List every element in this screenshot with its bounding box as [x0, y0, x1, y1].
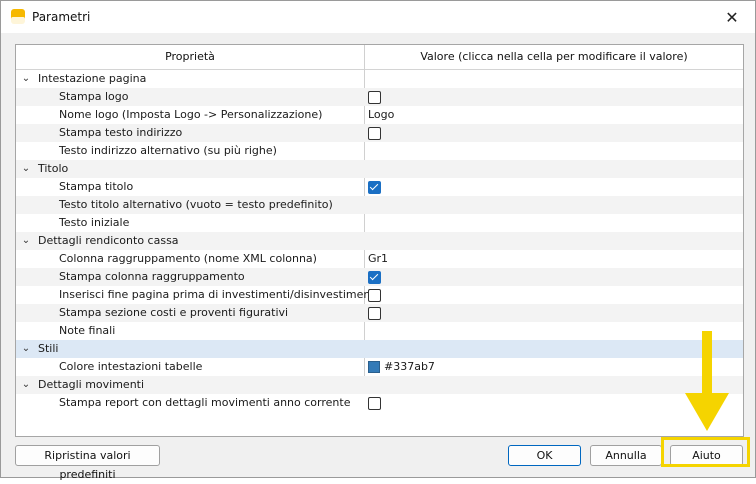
- value-checkbox[interactable]: [368, 396, 381, 410]
- group-label: Dettagli rendiconto cassa: [38, 234, 179, 247]
- window-title: Parametri: [32, 10, 91, 24]
- close-icon[interactable]: ✕: [709, 1, 755, 33]
- property-label: Stampa testo indirizzo: [59, 126, 183, 139]
- property-row[interactable]: Stampa titolo: [16, 178, 743, 196]
- property-label: Testo iniziale: [59, 216, 130, 229]
- property-label: Testo titolo alternativo (vuoto = testo …: [59, 198, 333, 211]
- grid-rows: ⌄ Intestazione pagina Stampa logo Nome logo…: [16, 70, 743, 412]
- value-cell[interactable]: [368, 124, 381, 142]
- value-text[interactable]: Gr1: [368, 250, 388, 268]
- column-header-value[interactable]: Valore (clicca nella cella per modificar…: [365, 45, 743, 69]
- property-row[interactable]: Stampa logo: [16, 88, 743, 106]
- value-cell[interactable]: [368, 88, 381, 106]
- title-bar: Parametri ✕: [1, 1, 755, 33]
- help-highlight-box: [661, 437, 750, 467]
- chevron-down-icon[interactable]: ⌄: [20, 232, 32, 250]
- property-row[interactable]: Testo iniziale: [16, 214, 743, 232]
- property-row[interactable]: Stampa colonna raggruppamento: [16, 268, 743, 286]
- property-row[interactable]: Stampa testo indirizzo: [16, 124, 743, 142]
- property-label: Colonna raggruppamento (nome XML colonna…: [59, 252, 317, 265]
- reset-defaults-button[interactable]: Ripristina valori predefiniti: [15, 445, 160, 481]
- group-row[interactable]: ⌄ Titolo: [16, 160, 743, 178]
- group-label: Stili: [38, 342, 59, 355]
- color-swatch[interactable]: [368, 361, 380, 373]
- property-row[interactable]: Testo indirizzo alternativo (su più righ…: [16, 142, 743, 160]
- property-row[interactable]: Colore intestazioni tabelle #337ab7: [16, 358, 743, 376]
- ok-button[interactable]: OK: [508, 445, 581, 466]
- value-checkbox[interactable]: [368, 270, 381, 284]
- chevron-down-icon[interactable]: ⌄: [20, 340, 32, 358]
- property-label: Testo indirizzo alternativo (su più righ…: [59, 144, 277, 157]
- grid-header: Proprietà Valore (clicca nella cella per…: [16, 45, 743, 70]
- app-icon: [11, 9, 25, 24]
- cancel-button[interactable]: Annulla: [590, 445, 662, 466]
- property-row[interactable]: Inserisci fine pagina prima di investime…: [16, 286, 743, 304]
- group-row[interactable]: ⌄ Dettagli movimenti: [16, 376, 743, 394]
- group-row[interactable]: ⌄ Stili: [16, 340, 743, 358]
- value-cell[interactable]: Logo: [368, 106, 394, 124]
- value-checkbox[interactable]: [368, 180, 381, 194]
- property-label: Colore intestazioni tabelle: [59, 360, 203, 373]
- value-cell[interactable]: [368, 268, 381, 286]
- group-row[interactable]: ⌄ Intestazione pagina: [16, 70, 743, 88]
- value-cell[interactable]: [368, 304, 381, 322]
- value-cell[interactable]: [368, 286, 381, 304]
- group-label: Titolo: [38, 162, 69, 175]
- property-label: Inserisci fine pagina prima di investime…: [59, 288, 378, 301]
- property-label: Stampa colonna raggruppamento: [59, 270, 245, 283]
- value-checkbox[interactable]: [368, 126, 381, 140]
- property-row[interactable]: Colonna raggruppamento (nome XML colonna…: [16, 250, 743, 268]
- value-cell[interactable]: Gr1: [368, 250, 388, 268]
- property-label: Stampa report con dettagli movimenti ann…: [59, 396, 351, 409]
- parameters-dialog: Parametri ✕ Proprietà Valore (clicca nel…: [0, 0, 756, 481]
- chevron-down-icon[interactable]: ⌄: [20, 376, 32, 394]
- value-checkbox[interactable]: [368, 90, 381, 104]
- value-checkbox[interactable]: [368, 288, 381, 302]
- chevron-down-icon[interactable]: ⌄: [20, 70, 32, 88]
- annotation-arrow-icon: [685, 331, 729, 431]
- value-cell[interactable]: #337ab7: [368, 358, 435, 376]
- value-cell[interactable]: [368, 178, 381, 196]
- property-row[interactable]: Nome logo (Imposta Logo -> Personalizzaz…: [16, 106, 743, 124]
- property-label: Nome logo (Imposta Logo -> Personalizzaz…: [59, 108, 323, 121]
- color-value[interactable]: #337ab7: [384, 358, 435, 376]
- property-row[interactable]: Note finali: [16, 322, 743, 340]
- group-row[interactable]: ⌄ Dettagli rendiconto cassa: [16, 232, 743, 250]
- property-row[interactable]: Stampa report con dettagli movimenti ann…: [16, 394, 743, 412]
- column-header-property[interactable]: Proprietà: [16, 45, 364, 69]
- property-label: Stampa sezione costi e proventi figurati…: [59, 306, 289, 319]
- group-label: Dettagli movimenti: [38, 378, 145, 391]
- property-row[interactable]: Stampa sezione costi e proventi figurati…: [16, 304, 743, 322]
- parameters-grid: Proprietà Valore (clicca nella cella per…: [15, 44, 744, 437]
- property-label: Stampa titolo: [59, 180, 134, 193]
- property-label: Stampa logo: [59, 90, 129, 103]
- value-cell[interactable]: [368, 394, 381, 412]
- group-label: Intestazione pagina: [38, 72, 147, 85]
- value-checkbox[interactable]: [368, 306, 381, 320]
- chevron-down-icon[interactable]: ⌄: [20, 160, 32, 178]
- property-row[interactable]: Testo titolo alternativo (vuoto = testo …: [16, 196, 743, 214]
- value-text[interactable]: Logo: [368, 106, 394, 124]
- property-label: Note finali: [59, 324, 116, 337]
